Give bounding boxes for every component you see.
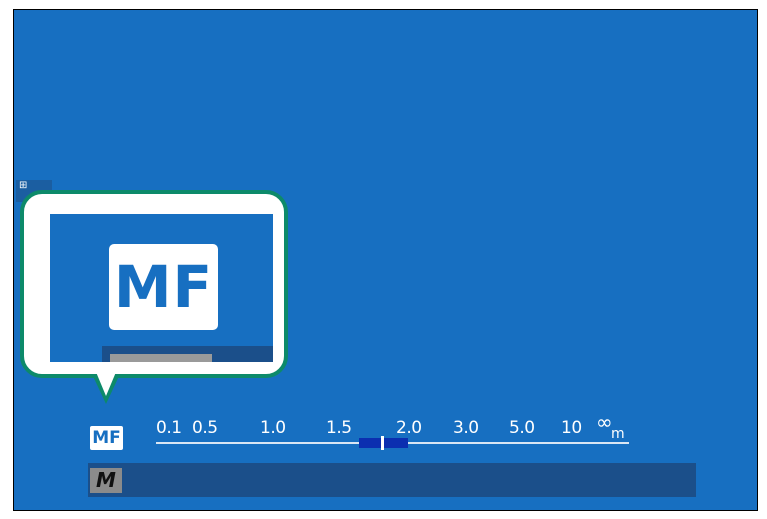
mf-badge: MF [90, 426, 123, 450]
scale-label-0-1: 0.1 [156, 418, 182, 438]
scale-label-10: 10 [561, 418, 582, 438]
manual-mode-badge: M [90, 468, 122, 493]
scale-label-3-0: 3.0 [453, 418, 479, 438]
mf-badge-large: MF [109, 244, 218, 330]
scale-label-0-5: 0.5 [192, 418, 218, 438]
scale-label-5-0: 5.0 [509, 418, 535, 438]
callout-indicator-fill [110, 354, 212, 362]
scale-unit: m [611, 426, 625, 442]
focus-distance-marker [381, 436, 384, 450]
mode-bar: M [88, 463, 696, 497]
callout-tail-inner [96, 372, 116, 396]
infinity-icon: ∞ [596, 410, 613, 434]
scale-label-2-0: 2.0 [396, 418, 422, 438]
callout-indicator-bar [102, 346, 273, 362]
viewfinder-screen: ⊞ MF MF 0.1 0.5 1.0 1.5 2.0 3.0 5.0 10 ∞… [13, 9, 758, 511]
scale-label-1-0: 1.0 [260, 418, 286, 438]
callout-zoom-view: MF [50, 214, 273, 362]
scale-label-1-5: 1.5 [326, 418, 352, 438]
